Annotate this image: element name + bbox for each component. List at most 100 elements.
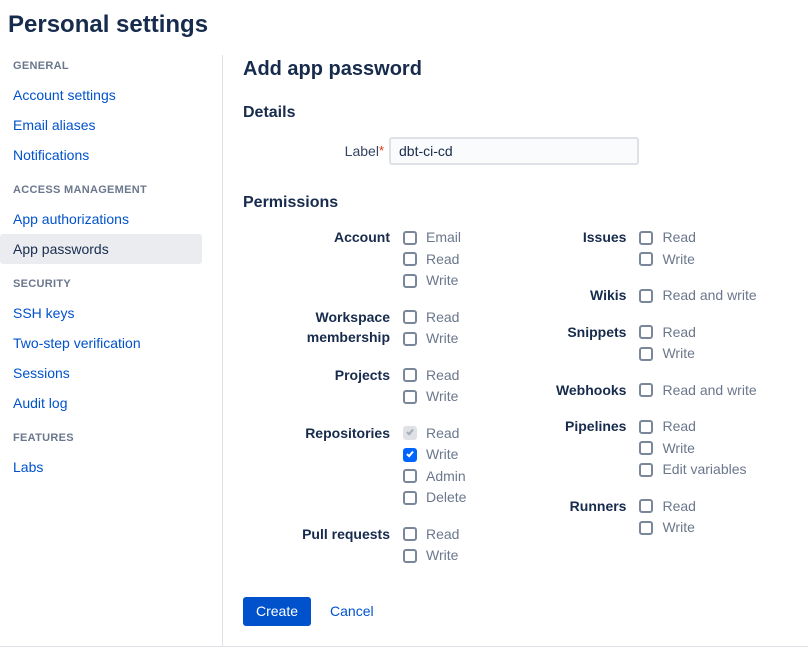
checkbox-unchecked[interactable]	[639, 420, 653, 434]
perm-option-write[interactable]: Write	[403, 270, 461, 292]
checkbox-unchecked[interactable]	[639, 231, 653, 245]
perm-option-write[interactable]: Write	[403, 328, 459, 350]
checkmark-icon	[406, 449, 414, 457]
perm-option-label: Write	[426, 444, 458, 465]
sidebar-item-ssh-keys[interactable]: SSH keys	[0, 298, 202, 328]
checkbox-unchecked[interactable]	[403, 527, 417, 541]
perm-options: ReadWriteEdit variables	[639, 416, 746, 481]
perm-option-label: Read	[426, 307, 459, 328]
create-button[interactable]: Create	[243, 597, 311, 626]
perm-option-read[interactable]: Read	[639, 416, 746, 438]
perm-group-wikis: Wikis Read and write	[466, 285, 756, 307]
permissions-column-2: IssuesReadWriteWikisRead and writeSnippe…	[466, 227, 756, 539]
checkbox-unchecked[interactable]	[639, 521, 653, 535]
perm-option-label: Read	[426, 249, 459, 270]
checkbox-unchecked[interactable]	[639, 441, 653, 455]
perm-group-runners: RunnersReadWrite	[466, 496, 756, 539]
perm-option-write[interactable]: Write	[639, 517, 695, 539]
sidebar-item-email-aliases[interactable]: Email aliases	[0, 110, 202, 140]
perm-option-label: Read	[662, 496, 695, 517]
perm-option-write[interactable]: Write	[403, 545, 459, 567]
label-input[interactable]	[389, 137, 639, 165]
perm-option-write[interactable]: Write	[403, 386, 459, 408]
perm-option-admin[interactable]: Admin	[403, 466, 466, 488]
sidebar-item-audit-log[interactable]: Audit log	[0, 388, 202, 418]
checkbox-unchecked[interactable]	[639, 325, 653, 339]
perm-option-read[interactable]: Read	[639, 322, 695, 344]
perm-option-label: Write	[662, 438, 694, 459]
perm-option-read[interactable]: Read	[403, 365, 459, 387]
checkbox-unchecked[interactable]	[403, 231, 417, 245]
checkbox-unchecked[interactable]	[403, 368, 417, 382]
perm-option-label: Edit variables	[662, 459, 746, 480]
perm-options: ReadWrite	[639, 322, 695, 365]
sidebar-item-two-step-verification[interactable]: Two-step verification	[0, 328, 202, 358]
checkbox-unchecked[interactable]	[403, 390, 417, 404]
perm-option-write[interactable]: Write	[403, 444, 466, 466]
checkbox-unchecked[interactable]	[639, 383, 653, 397]
perm-option-read[interactable]: Read	[403, 307, 459, 329]
perm-option-label: Email	[426, 227, 461, 248]
sidebar-item-account-settings[interactable]: Account settings	[0, 80, 202, 110]
sidebar-section-title: FEATURES	[0, 432, 222, 452]
checkmark-icon	[406, 428, 414, 436]
perm-option-label: Read	[426, 365, 459, 386]
checkbox-unchecked[interactable]	[403, 310, 417, 324]
perm-option-label: Write	[426, 386, 458, 407]
perm-option-read[interactable]: Read	[639, 496, 695, 518]
perm-option-read-and-write[interactable]: Read and write	[639, 285, 756, 307]
checkbox-unchecked[interactable]	[639, 289, 653, 303]
checkbox-unchecked[interactable]	[403, 332, 417, 346]
checkbox-checked[interactable]	[403, 448, 417, 462]
checkbox-unchecked[interactable]	[403, 549, 417, 563]
layout: GENERALAccount settingsEmail aliasesNoti…	[0, 55, 808, 646]
perm-option-label: Write	[426, 328, 458, 349]
perm-option-delete[interactable]: Delete	[403, 487, 466, 509]
perm-option-label: Admin	[426, 466, 466, 487]
sidebar-item-labs[interactable]: Labs	[0, 452, 202, 482]
perm-option-label: Write	[662, 343, 694, 364]
sidebar-section-security: SECURITYSSH keysTwo-step verificationSes…	[0, 278, 222, 418]
checkbox-unchecked[interactable]	[403, 469, 417, 483]
perm-options: Read and write	[639, 285, 756, 307]
perm-option-read[interactable]: Read	[403, 524, 459, 546]
permissions-column-1: AccountEmailReadWrite Workspace membershi…	[243, 227, 466, 567]
perm-option-label: Read	[662, 416, 695, 437]
perm-option-read[interactable]: Read	[403, 249, 461, 271]
cancel-link[interactable]: Cancel	[330, 603, 374, 619]
perm-option-write[interactable]: Write	[639, 343, 695, 365]
checkbox-unchecked[interactable]	[639, 499, 653, 513]
perm-group-workspace-membership: Workspace membershipReadWrite	[243, 307, 466, 350]
perm-group-label: Wikis	[466, 285, 626, 307]
perm-group-label: Repositories	[243, 423, 390, 509]
checkbox-unchecked[interactable]	[639, 463, 653, 477]
perm-option-write[interactable]: Write	[639, 249, 695, 271]
perm-option-write[interactable]: Write	[639, 438, 746, 460]
label-field-label-text: Label	[345, 143, 379, 159]
checkbox-unchecked[interactable]	[639, 347, 653, 361]
sidebar-item-sessions[interactable]: Sessions	[0, 358, 202, 388]
checkbox-unchecked[interactable]	[403, 274, 417, 288]
sidebar-item-app-authorizations[interactable]: App authorizations	[0, 204, 202, 234]
checkbox-unchecked[interactable]	[403, 252, 417, 266]
perm-option-read[interactable]: Read	[403, 423, 466, 445]
checkbox-unchecked[interactable]	[403, 491, 417, 505]
perm-option-edit-variables[interactable]: Edit variables	[639, 459, 746, 481]
sidebar-item-notifications[interactable]: Notifications	[0, 140, 202, 170]
add-app-password-heading: Add app password	[243, 57, 808, 81]
perm-options: EmailReadWrite	[403, 227, 461, 292]
sidebar-item-app-passwords[interactable]: App passwords	[0, 234, 202, 264]
perm-option-read-and-write[interactable]: Read and write	[639, 380, 756, 402]
perm-group-account: AccountEmailReadWrite	[243, 227, 466, 292]
perm-option-label: Read	[426, 423, 459, 444]
perm-group-label: Pipelines	[466, 416, 626, 481]
perm-option-label: Read	[662, 322, 695, 343]
sidebar-section-title: ACCESS MANAGEMENT	[0, 184, 222, 204]
required-indicator: *	[379, 143, 384, 158]
checkbox-unchecked[interactable]	[639, 252, 653, 266]
permissions-heading: Permissions	[243, 193, 808, 213]
perm-option-label: Write	[662, 249, 694, 270]
page-title: Personal settings	[0, 0, 808, 40]
perm-option-email[interactable]: Email	[403, 227, 461, 249]
perm-option-read[interactable]: Read	[639, 227, 695, 249]
